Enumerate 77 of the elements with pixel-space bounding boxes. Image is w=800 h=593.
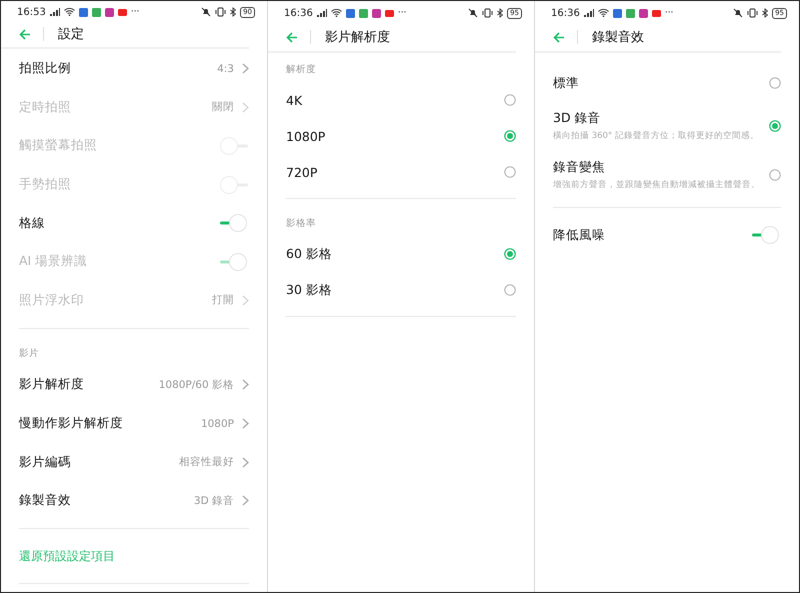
chevron-right-icon bbox=[242, 294, 249, 306]
setting-value: 3D 錄音 bbox=[194, 494, 234, 508]
radio-button[interactable] bbox=[769, 168, 781, 180]
vibrate-icon bbox=[747, 8, 758, 18]
screen-title: 影片解析度 bbox=[325, 29, 390, 46]
video-app-icon bbox=[118, 8, 127, 16]
status-more: ··· bbox=[664, 8, 674, 18]
status-time: 16:53 bbox=[17, 6, 46, 18]
setting-value: 打開 bbox=[212, 293, 234, 308]
vibrate-icon bbox=[482, 8, 494, 18]
setting-value: 1080P bbox=[200, 418, 234, 430]
section-heading: 影片 bbox=[19, 346, 40, 361]
status-time: 16:36 bbox=[284, 8, 313, 18]
option-label: 30 影格 bbox=[286, 282, 333, 298]
option-description: 橫向拍攝 360° 記錄聲音方位；取得更好的空間感。 bbox=[553, 130, 760, 142]
signal-icon bbox=[584, 9, 594, 17]
chevron-right-icon bbox=[242, 63, 249, 74]
radio-button[interactable] bbox=[504, 284, 516, 296]
setting-value: 1080P/60 影格 bbox=[158, 378, 234, 392]
radio-button[interactable] bbox=[769, 120, 781, 132]
screen-title: 設定 bbox=[58, 26, 84, 44]
wifi-icon bbox=[64, 8, 75, 16]
option-label: 4K bbox=[286, 92, 304, 108]
bluetooth-icon bbox=[497, 8, 504, 18]
bluetooth-icon bbox=[762, 8, 768, 18]
section-heading: 影格率 bbox=[286, 217, 317, 231]
bluetooth-icon bbox=[230, 7, 236, 18]
chevron-right-icon bbox=[242, 418, 249, 430]
toggle-switch[interactable] bbox=[219, 213, 249, 234]
option-label: 3D 錄音 bbox=[553, 110, 602, 126]
vibrate-icon bbox=[215, 7, 226, 18]
radio-button[interactable] bbox=[504, 166, 516, 178]
mute-icon bbox=[468, 8, 478, 18]
setting-value: 相容性最好 bbox=[179, 455, 234, 470]
setting-label: 手勢拍照 bbox=[19, 176, 72, 194]
setting-label[interactable]: 影片解析度 bbox=[19, 376, 159, 394]
option-label: 720P bbox=[286, 164, 318, 180]
radio-button[interactable] bbox=[504, 94, 516, 106]
setting-value: 4:3 bbox=[217, 62, 234, 75]
option-description: 增強前方聲音，並跟隨變焦自動增減被攝主體聲音。 bbox=[553, 178, 761, 190]
chevron-right-icon bbox=[242, 495, 249, 506]
setting-label[interactable]: 影片編碼 bbox=[19, 454, 179, 471]
screen-title: 錄製音效 bbox=[592, 29, 644, 46]
radio-button[interactable] bbox=[504, 130, 516, 142]
setting-label: 降低風噪 bbox=[553, 226, 606, 244]
toggle-switch[interactable] bbox=[751, 225, 781, 246]
setting-label[interactable]: 拍照比例 bbox=[19, 60, 218, 78]
setting-label[interactable]: 慢動作影片解析度 bbox=[19, 415, 201, 432]
radio-button[interactable] bbox=[504, 248, 516, 260]
setting-label: AI 場景辨識 bbox=[19, 253, 88, 270]
back-arrow-icon[interactable] bbox=[553, 32, 565, 42]
option-label: 標準 bbox=[553, 74, 580, 92]
wifi-icon bbox=[330, 9, 342, 17]
mute-icon bbox=[733, 8, 744, 18]
status-more: ··· bbox=[130, 7, 140, 18]
setting-value: 關閉 bbox=[212, 100, 234, 114]
chevron-right-icon bbox=[242, 102, 249, 113]
option-label: 60 影格 bbox=[286, 246, 333, 262]
mute-icon bbox=[201, 7, 212, 18]
wifi-icon bbox=[598, 9, 609, 17]
video-app-icon bbox=[652, 10, 661, 16]
section-heading: 解析度 bbox=[286, 63, 317, 77]
chevron-right-icon bbox=[242, 456, 249, 468]
chevron-right-icon bbox=[242, 379, 249, 390]
status-time: 16:36 bbox=[551, 8, 580, 18]
signal-icon bbox=[50, 8, 60, 16]
option-label: 錄音變焦 bbox=[553, 158, 606, 176]
setting-label: 觸摸螢幕拍照 bbox=[19, 137, 98, 154]
video-app-icon bbox=[384, 10, 394, 16]
option-label: 1080P bbox=[286, 128, 326, 144]
back-arrow-icon[interactable] bbox=[286, 32, 298, 42]
setting-label: 格線 bbox=[19, 214, 46, 232]
status-more: ··· bbox=[398, 8, 406, 18]
signal-icon bbox=[316, 9, 327, 17]
setting-label[interactable]: 錄製音效 bbox=[19, 492, 194, 510]
back-arrow-icon[interactable] bbox=[19, 28, 31, 40]
radio-button[interactable] bbox=[769, 77, 781, 89]
